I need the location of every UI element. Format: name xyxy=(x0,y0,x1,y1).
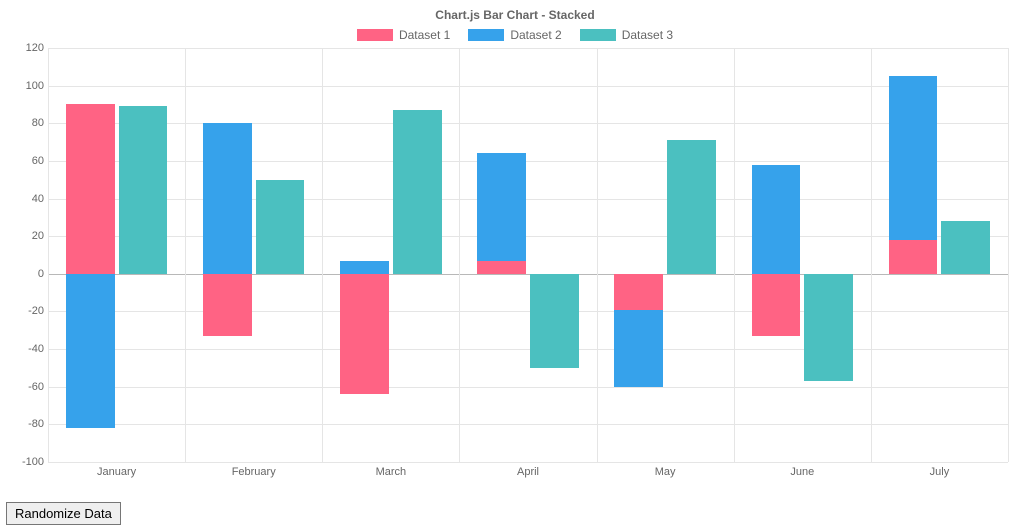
chart-container: Chart.js Bar Chart - Stacked Dataset 1 D… xyxy=(0,0,1030,478)
y-tick-label: -60 xyxy=(14,381,44,393)
bar-segment[interactable] xyxy=(889,76,938,240)
legend-label-1: Dataset 1 xyxy=(399,28,450,42)
gridline xyxy=(48,462,1008,463)
gridline-vertical xyxy=(1008,48,1009,462)
bar-segment[interactable] xyxy=(752,274,801,336)
bar-segment[interactable] xyxy=(804,274,853,381)
y-tick-label: -40 xyxy=(14,343,44,355)
y-tick-label: 40 xyxy=(14,193,44,205)
gridline-vertical xyxy=(734,48,735,462)
y-tick-label: 20 xyxy=(14,230,44,242)
gridline-vertical xyxy=(597,48,598,462)
bar-segment[interactable] xyxy=(119,106,168,273)
legend: Dataset 1 Dataset 2 Dataset 3 xyxy=(18,28,1012,42)
x-tick-label: May xyxy=(655,466,676,478)
gridline xyxy=(48,349,1008,350)
y-tick-label: 120 xyxy=(14,42,44,54)
y-tick-label: 0 xyxy=(14,268,44,280)
x-tick-label: January xyxy=(97,466,136,478)
gridline xyxy=(48,123,1008,124)
bar-segment[interactable] xyxy=(66,104,115,273)
bar-segment[interactable] xyxy=(941,221,990,274)
gridline-vertical xyxy=(48,48,49,462)
y-tick-label: -100 xyxy=(14,456,44,468)
bar-segment[interactable] xyxy=(477,153,526,260)
bar-segment[interactable] xyxy=(340,261,389,274)
x-tick-label: July xyxy=(930,466,950,478)
legend-label-2: Dataset 2 xyxy=(510,28,561,42)
gridline xyxy=(48,48,1008,49)
bar-segment[interactable] xyxy=(889,240,938,274)
bar-segment[interactable] xyxy=(203,123,252,274)
x-tick-label: February xyxy=(232,466,276,478)
gridline xyxy=(48,311,1008,312)
gridline-vertical xyxy=(322,48,323,462)
chart-title: Chart.js Bar Chart - Stacked xyxy=(18,8,1012,22)
bar-segment[interactable] xyxy=(752,165,801,274)
x-axis-labels: January February March April May June July xyxy=(48,466,1008,482)
plot-area: -100-80-60-40-20020406080100120 January F… xyxy=(48,48,1008,478)
gridline xyxy=(48,274,1008,275)
y-tick-label: -80 xyxy=(14,418,44,430)
y-tick-label: 60 xyxy=(14,155,44,167)
bar-segment[interactable] xyxy=(256,180,305,274)
gridline xyxy=(48,199,1008,200)
gridline-vertical xyxy=(871,48,872,462)
bar-segment[interactable] xyxy=(667,140,716,274)
gridline xyxy=(48,236,1008,237)
bar-segment[interactable] xyxy=(340,274,389,394)
legend-swatch-1 xyxy=(357,29,393,41)
button-row: Randomize Data xyxy=(6,502,121,525)
bar-segment[interactable] xyxy=(614,310,663,387)
legend-item-dataset-1[interactable]: Dataset 1 xyxy=(357,28,450,42)
bar-segment[interactable] xyxy=(393,110,442,274)
y-tick-label: -20 xyxy=(14,305,44,317)
gridline-vertical xyxy=(185,48,186,462)
bar-segment[interactable] xyxy=(530,274,579,368)
randomize-data-button[interactable]: Randomize Data xyxy=(6,502,121,525)
x-tick-label: April xyxy=(517,466,539,478)
bar-segment[interactable] xyxy=(203,274,252,336)
gridline-vertical xyxy=(459,48,460,462)
legend-swatch-2 xyxy=(468,29,504,41)
x-tick-label: June xyxy=(790,466,814,478)
legend-item-dataset-2[interactable]: Dataset 2 xyxy=(468,28,561,42)
y-tick-label: 100 xyxy=(14,80,44,92)
legend-label-3: Dataset 3 xyxy=(622,28,673,42)
bar-segment[interactable] xyxy=(614,274,663,310)
y-tick-label: 80 xyxy=(14,117,44,129)
bar-segment[interactable] xyxy=(477,261,526,274)
x-tick-label: March xyxy=(376,466,407,478)
legend-item-dataset-3[interactable]: Dataset 3 xyxy=(580,28,673,42)
plot-inner: -100-80-60-40-20020406080100120 xyxy=(48,48,1008,462)
gridline xyxy=(48,424,1008,425)
gridline xyxy=(48,86,1008,87)
gridline xyxy=(48,387,1008,388)
legend-swatch-3 xyxy=(580,29,616,41)
bar-segment[interactable] xyxy=(66,274,115,428)
gridline xyxy=(48,161,1008,162)
